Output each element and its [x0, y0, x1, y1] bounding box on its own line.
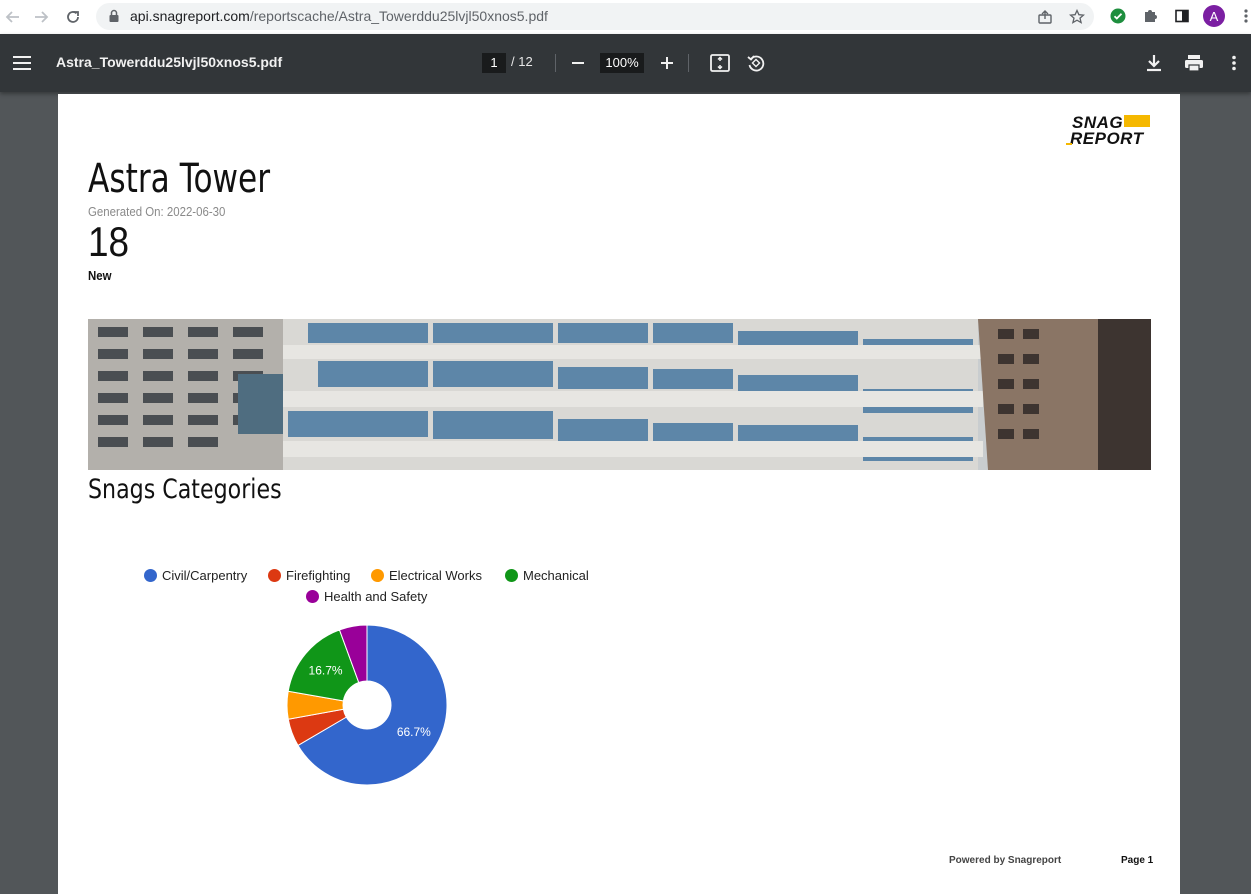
share-icon[interactable]	[1036, 8, 1054, 26]
legend-item-health-and-safety: Health and Safety	[306, 589, 427, 604]
logo-accent-line	[1066, 143, 1072, 145]
pdf-file-name: Astra_Towerddu25lvjl50xnos5.pdf	[56, 54, 283, 70]
page-number-input[interactable]: 1	[482, 53, 506, 73]
footer-page-number: Page 1	[1121, 855, 1154, 866]
url-host: api.snagreport.com	[130, 8, 250, 24]
pdf-page: SNAG REPORT Astra Tower Generated On: 20…	[58, 94, 1180, 894]
reload-icon[interactable]	[62, 6, 84, 28]
browser-toolbar: api.snagreport.com/reportscache/Astra_To…	[0, 0, 1251, 35]
legend-label: Electrical Works	[389, 568, 482, 583]
zoom-out-icon[interactable]	[566, 51, 590, 75]
legend-item-firefighting: Firefighting	[268, 568, 350, 583]
print-icon[interactable]	[1182, 51, 1206, 75]
new-snags-label: New	[88, 268, 112, 283]
building-photo	[88, 319, 1151, 470]
page-total: / 12	[511, 54, 533, 69]
logo-text-report: REPORT	[1070, 129, 1144, 148]
profile-avatar[interactable]: A	[1203, 5, 1225, 27]
generated-date: Generated On: 2022-06-30	[88, 204, 226, 219]
zoom-level-input[interactable]: 100%	[600, 53, 644, 73]
browser-menu-icon[interactable]	[1236, 6, 1251, 26]
fit-to-page-icon[interactable]	[708, 51, 732, 75]
legend-row: Civil/Carpentry Firefighting Electrical …	[144, 568, 604, 586]
legend-label: Firefighting	[286, 568, 351, 583]
pdf-toolbar: Astra_Towerddu25lvjl50xnos5.pdf 1 / 12 1…	[0, 34, 1251, 92]
logo-badge	[1124, 115, 1150, 127]
legend-item-electrical-works: Electrical Works	[371, 568, 482, 583]
extensions-puzzle-icon[interactable]	[1140, 6, 1160, 26]
legend-label: Health and Safety	[324, 589, 428, 604]
donut-data-label: 66.7%	[397, 725, 431, 739]
extension-check-icon[interactable]	[1108, 6, 1128, 26]
legend-swatch	[268, 569, 281, 582]
legend-swatch	[306, 590, 319, 603]
section-title-snags-categories: Snags Categories	[88, 474, 282, 505]
hamburger-menu-icon[interactable]	[10, 51, 34, 75]
snagreport-logo: SNAG REPORT	[1066, 112, 1152, 152]
url-path: /reportscache/Astra_Towerddu25lvjl50xnos…	[249, 8, 548, 24]
side-panel-icon[interactable]	[1172, 6, 1192, 26]
download-icon[interactable]	[1142, 51, 1166, 75]
donut-data-label: 16.7%	[309, 663, 343, 677]
legend-label: Civil/Carpentry	[162, 568, 248, 583]
legend-row: Health and Safety	[144, 589, 604, 607]
url-text[interactable]: api.snagreport.com/reportscache/Astra_To…	[130, 3, 548, 30]
toolbar-divider	[688, 54, 689, 72]
more-options-icon[interactable]	[1222, 51, 1246, 75]
address-bar[interactable]: api.snagreport.com/reportscache/Astra_To…	[96, 3, 1094, 30]
legend-swatch	[505, 569, 518, 582]
bookmark-star-icon[interactable]	[1068, 8, 1086, 26]
new-snags-count: 18	[88, 218, 130, 265]
legend-item-civil-carpentry: Civil/Carpentry	[144, 568, 247, 583]
footer-powered-by: Powered by Snagreport	[949, 855, 1062, 866]
legend-swatch	[144, 569, 157, 582]
legend-label: Mechanical	[523, 568, 589, 583]
legend-swatch	[371, 569, 384, 582]
back-icon[interactable]	[2, 6, 24, 28]
snags-categories-donut-chart: 66.7% 16.7%	[286, 624, 448, 786]
rotate-icon[interactable]	[744, 51, 768, 75]
legend-item-mechanical: Mechanical	[505, 568, 589, 583]
report-title: Astra Tower	[88, 156, 271, 202]
lock-icon[interactable]	[108, 9, 120, 28]
zoom-in-icon[interactable]	[655, 51, 679, 75]
toolbar-divider	[555, 54, 556, 72]
forward-icon[interactable]	[30, 6, 52, 28]
